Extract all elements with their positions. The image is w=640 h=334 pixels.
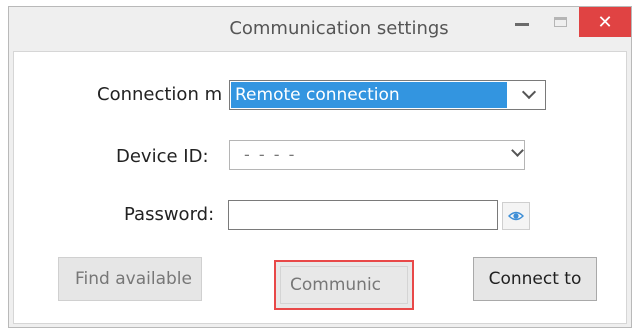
device-id-value: - - - - bbox=[244, 145, 297, 164]
maximize-button[interactable] bbox=[541, 7, 579, 37]
chevron-down-icon bbox=[511, 144, 524, 157]
minimize-icon bbox=[515, 22, 529, 26]
connect-to-button[interactable]: Connect to bbox=[473, 257, 597, 301]
maximize-icon bbox=[553, 17, 567, 27]
password-input[interactable] bbox=[228, 200, 498, 230]
connection-mode-select[interactable]: Remote connection bbox=[229, 80, 546, 110]
password-label: Password: bbox=[124, 204, 215, 225]
close-icon: ✕ bbox=[597, 11, 613, 33]
find-available-label: Find available bbox=[75, 269, 192, 289]
show-password-button[interactable] bbox=[502, 202, 530, 230]
eye-icon bbox=[508, 211, 524, 221]
connection-mode-value: Remote connection bbox=[231, 82, 507, 108]
connection-mode-label: Connection m bbox=[97, 84, 223, 105]
device-id-input[interactable]: - - - - bbox=[229, 140, 525, 170]
device-id-label: Device ID: bbox=[116, 146, 209, 167]
connect-to-label: Connect to bbox=[488, 269, 582, 289]
chevron-down-icon bbox=[521, 84, 537, 100]
communicate-label: Communic bbox=[290, 275, 382, 295]
title-bar[interactable]: Communication settings ✕ bbox=[9, 7, 631, 51]
minimize-button[interactable] bbox=[503, 7, 541, 37]
close-button[interactable]: ✕ bbox=[579, 7, 631, 37]
communicate-button[interactable]: Communic bbox=[274, 260, 414, 310]
find-available-button[interactable]: Find available bbox=[58, 257, 202, 301]
